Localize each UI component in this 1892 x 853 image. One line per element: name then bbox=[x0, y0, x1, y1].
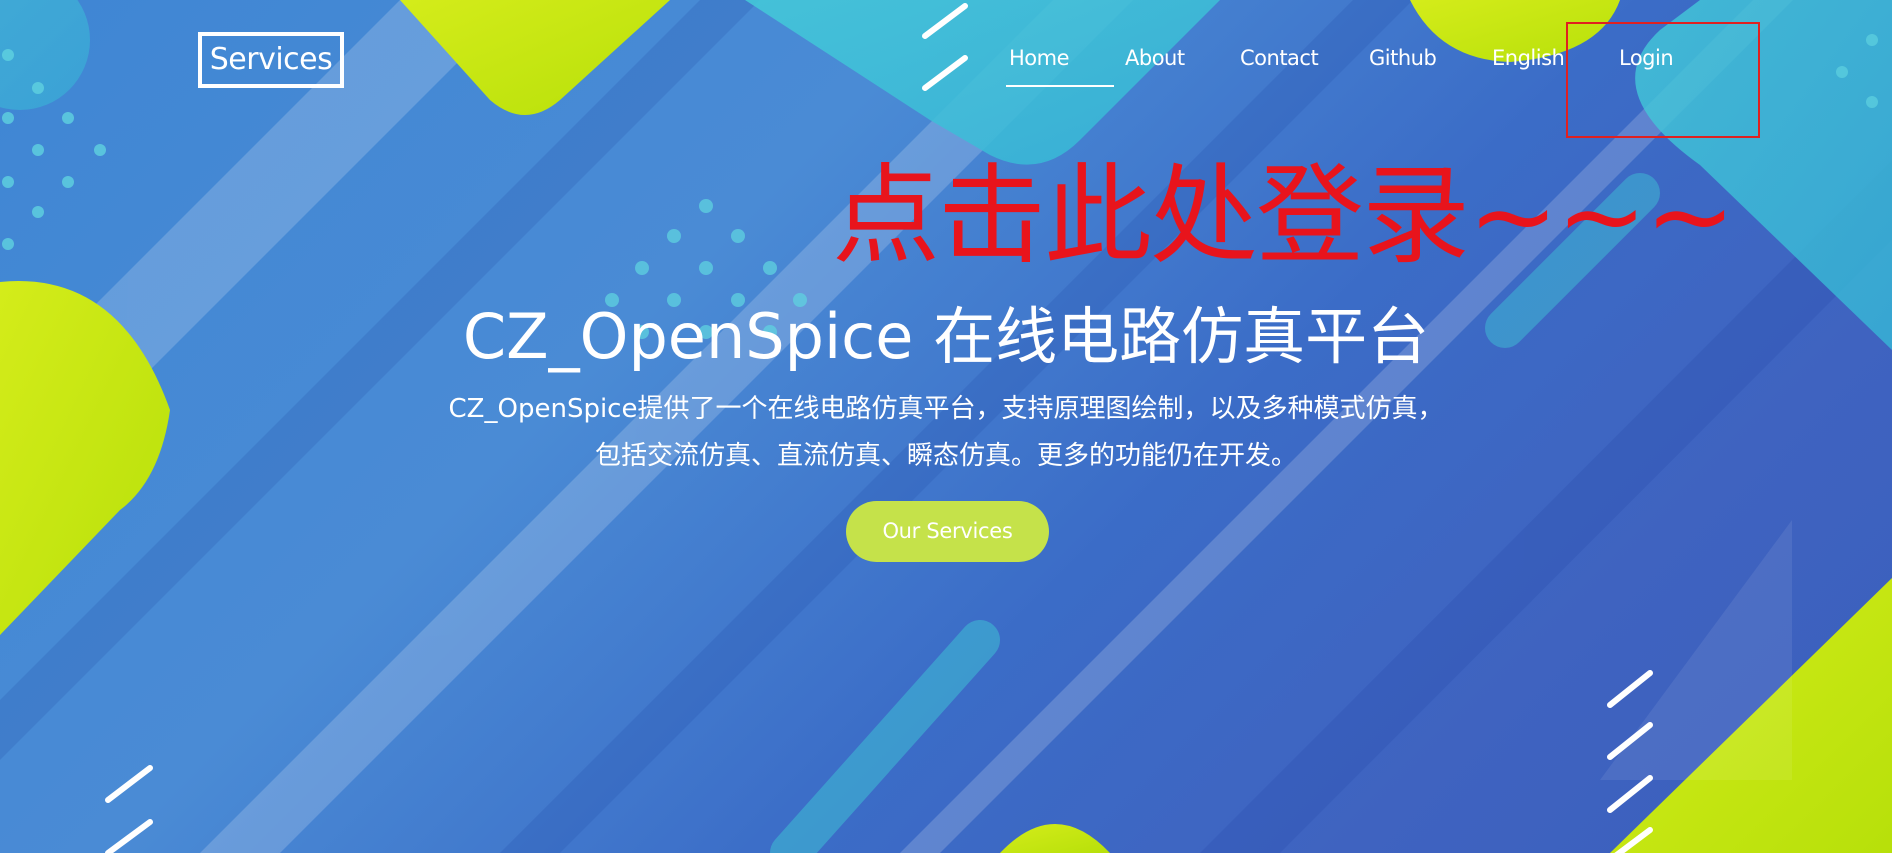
login-annotation: 点击此处登录~~~ bbox=[832, 154, 1735, 279]
hero-description: CZ_OpenSpice提供了一个在线电路仿真平台，支持原理图绘制，以及多种模式… bbox=[448, 394, 1444, 471]
hero-section: Services Home About Contact Github Engli… bbox=[0, 0, 1892, 853]
nav-english[interactable]: English bbox=[1492, 46, 1565, 70]
our-services-button[interactable]: Our Services bbox=[846, 501, 1049, 562]
nav-about[interactable]: About bbox=[1125, 46, 1185, 70]
nav-contact[interactable]: Contact bbox=[1240, 46, 1319, 70]
login-highlight-box bbox=[1566, 22, 1760, 138]
nav-home[interactable]: Home bbox=[1009, 46, 1070, 70]
nav-github[interactable]: Github bbox=[1369, 46, 1437, 70]
page-title: CZ_OpenSpice 在线电路仿真平台 bbox=[462, 300, 1430, 373]
logo-services[interactable]: Services bbox=[198, 32, 344, 88]
nav-active-indicator bbox=[1006, 85, 1114, 87]
